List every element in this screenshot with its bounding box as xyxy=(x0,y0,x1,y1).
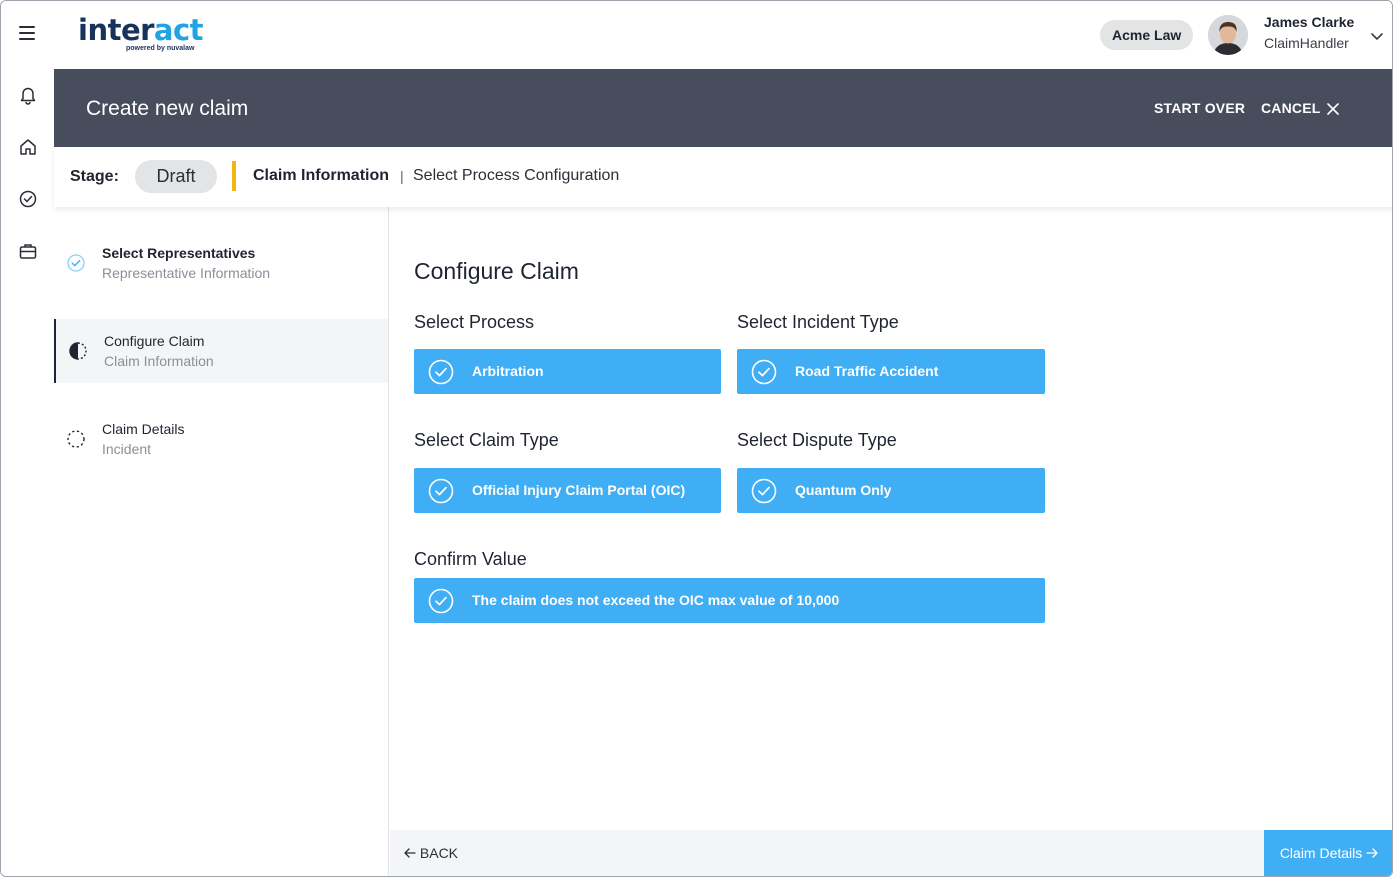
back-button[interactable]: BACK xyxy=(404,845,458,861)
close-icon xyxy=(1326,102,1339,118)
section-title: Configure Claim xyxy=(414,258,579,284)
check-circle-icon xyxy=(751,359,777,385)
option-label: Official Injury Claim Portal (OIC) xyxy=(472,482,686,498)
claim-type-label: Select Claim Type xyxy=(414,430,559,450)
option-label: Road Traffic Accident xyxy=(795,363,939,379)
confirm-value-option[interactable]: The claim does not exceed the OIC max va… xyxy=(414,578,1045,623)
top-bar: interact powered by nuvalaw Acme Law Jam… xyxy=(1,1,1392,69)
process-option[interactable]: Arbitration xyxy=(414,349,721,394)
step-claim-details[interactable]: Claim Details Incident xyxy=(54,407,388,471)
stage-badge: Draft xyxy=(135,160,217,193)
next-button[interactable]: Claim Details xyxy=(1264,830,1392,876)
step-subtitle: Claim Information xyxy=(104,353,214,369)
confirm-value-label: Confirm Value xyxy=(414,549,527,569)
check-circle-icon xyxy=(66,253,86,273)
half-circle-icon xyxy=(68,341,88,361)
breadcrumb-sub: Select Process Configuration xyxy=(413,167,620,184)
home-icon[interactable] xyxy=(18,137,38,157)
page-header: Create new claim START OVER CANCEL xyxy=(54,69,1392,147)
arrow-left-icon xyxy=(404,845,416,861)
cancel-button[interactable]: CANCEL xyxy=(1261,100,1339,118)
check-circle-icon[interactable] xyxy=(18,189,38,209)
incident-type-option[interactable]: Road Traffic Accident xyxy=(737,349,1045,394)
user-name: James Clarke xyxy=(1264,14,1355,30)
cancel-label: CANCEL xyxy=(1261,100,1321,116)
option-label: The claim does not exceed the OIC max va… xyxy=(472,592,840,608)
bell-icon[interactable] xyxy=(18,86,38,106)
option-label: Arbitration xyxy=(472,363,544,379)
stage-divider xyxy=(232,161,236,191)
briefcase-icon[interactable] xyxy=(18,241,38,261)
logo: interact powered by nuvalaw xyxy=(78,13,204,52)
breadcrumb-current: Claim Information xyxy=(253,167,390,184)
check-circle-icon xyxy=(428,478,454,504)
check-circle-icon xyxy=(428,588,454,614)
stage-label: Stage: xyxy=(70,168,119,185)
chevron-down-icon[interactable] xyxy=(1370,29,1384,41)
logo-part-2: act xyxy=(153,13,204,47)
incident-type-label: Select Incident Type xyxy=(737,312,899,332)
process-label: Select Process xyxy=(414,312,535,332)
organization-badge[interactable]: Acme Law xyxy=(1100,20,1194,50)
footer-bar: BACK Claim Details xyxy=(390,830,1392,876)
option-label: Quantum Only xyxy=(795,482,892,498)
avatar[interactable] xyxy=(1208,15,1248,55)
step-subtitle: Incident xyxy=(102,441,152,457)
back-label: BACK xyxy=(419,845,459,861)
arrow-right-icon xyxy=(1366,845,1378,861)
page-title: Create new claim xyxy=(86,97,249,120)
logo-wordmark: interact xyxy=(78,13,204,47)
menu-icon[interactable] xyxy=(19,26,35,40)
check-circle-icon xyxy=(751,478,777,504)
check-circle-icon xyxy=(428,359,454,385)
dispute-type-label: Select Dispute Type xyxy=(737,430,897,450)
dispute-type-option[interactable]: Quantum Only xyxy=(737,468,1045,513)
step-select-representatives[interactable]: Select Representatives Representative In… xyxy=(54,231,388,295)
nav-rail xyxy=(1,69,54,876)
next-label: Claim Details xyxy=(1279,845,1363,861)
logo-part-1: inter xyxy=(78,13,154,47)
step-title: Configure Claim xyxy=(104,333,205,349)
step-configure-claim[interactable]: Configure Claim Claim Information xyxy=(54,319,388,383)
stage-bar: Stage: Draft Claim Information | Select … xyxy=(54,147,1392,207)
dashed-circle-icon xyxy=(66,429,86,449)
step-title: Claim Details xyxy=(102,421,185,437)
logo-tagline: powered by nuvalaw xyxy=(126,45,195,52)
step-title: Select Representatives xyxy=(102,245,256,261)
user-role: ClaimHandler xyxy=(1264,35,1349,51)
start-over-button[interactable]: START OVER xyxy=(1154,100,1245,116)
main-content: Configure Claim Select Process Arbitrati… xyxy=(390,207,1392,830)
app-window: interact powered by nuvalaw Acme Law Jam… xyxy=(0,0,1393,877)
steps-panel: Select Representatives Representative In… xyxy=(54,207,389,876)
breadcrumb-separator: | xyxy=(400,168,404,184)
step-subtitle: Representative Information xyxy=(102,265,271,281)
claim-type-option[interactable]: Official Injury Claim Portal (OIC) xyxy=(414,468,721,513)
